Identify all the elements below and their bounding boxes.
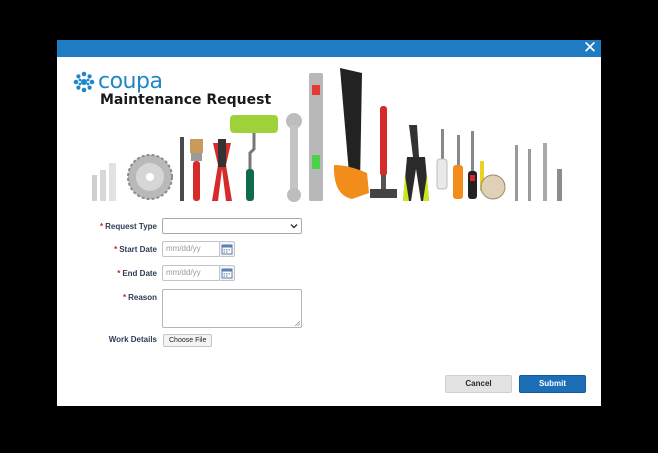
- start-date-calendar-button[interactable]: [219, 241, 235, 257]
- screws-bolts-icon: [515, 143, 562, 201]
- hand-saw-icon: [333, 68, 369, 199]
- end-date-calendar-button[interactable]: [219, 265, 235, 281]
- hammer-icon: [370, 106, 397, 198]
- work-details-label: Work Details: [108, 335, 157, 344]
- wire-cutter-icon: [403, 125, 429, 201]
- chevron-down-icon: [290, 224, 298, 229]
- end-date-label: * End Date: [117, 269, 157, 278]
- dialog-titlebar: ✕: [57, 40, 601, 57]
- request-type-select[interactable]: [162, 218, 302, 234]
- pliers-icon: [212, 139, 232, 201]
- cancel-button[interactable]: Cancel: [445, 375, 512, 393]
- saw-blade-icon: [127, 154, 173, 200]
- reason-label: * Reason: [122, 293, 157, 302]
- tools-banner-illustration: [92, 68, 562, 202]
- tape-measure-icon: [480, 161, 506, 200]
- calendar-icon: [221, 244, 233, 255]
- resize-handle-icon[interactable]: [294, 320, 300, 326]
- screwdriver-icon: [436, 129, 477, 199]
- calendar-icon: [221, 268, 233, 279]
- wrench-icon: [286, 113, 302, 202]
- start-date-input[interactable]: mm/dd/yy: [162, 241, 220, 257]
- paintbrush-icon: [190, 139, 203, 201]
- paint-roller-icon: [230, 115, 278, 201]
- choose-file-button[interactable]: Choose File: [163, 334, 213, 347]
- drill-bit-icon: [180, 137, 184, 201]
- submit-button[interactable]: Submit: [519, 375, 586, 393]
- reason-textarea[interactable]: [162, 289, 302, 328]
- maintenance-request-dialog: ✕ coupa Maintenance Request * Request Ty…: [57, 40, 601, 406]
- start-date-label: * Start Date: [114, 245, 157, 254]
- end-date-input[interactable]: mm/dd/yy: [162, 265, 220, 281]
- spirit-level-icon: [309, 73, 323, 201]
- request-type-label: * Request Type: [100, 222, 157, 231]
- close-icon[interactable]: ✕: [581, 40, 599, 57]
- wall-anchor-icon: [92, 163, 116, 201]
